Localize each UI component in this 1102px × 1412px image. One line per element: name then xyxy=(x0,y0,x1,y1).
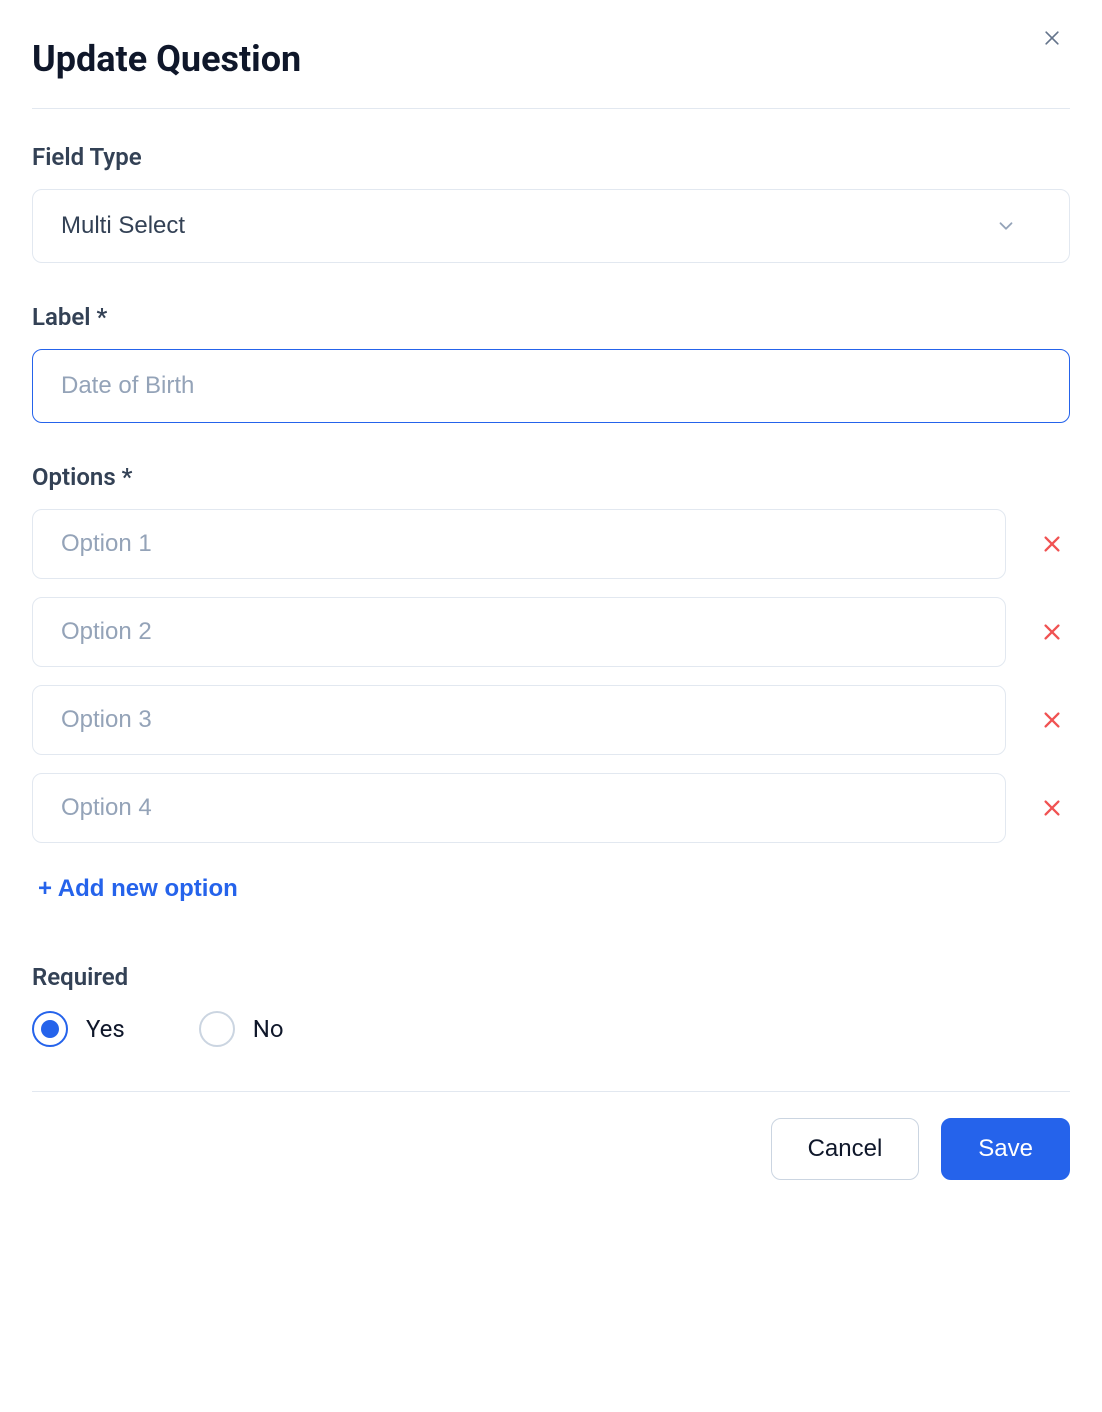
option-row xyxy=(32,509,1070,579)
option-input-4[interactable] xyxy=(32,773,1006,843)
remove-option-button[interactable] xyxy=(1034,526,1070,562)
option-input-2[interactable] xyxy=(32,597,1006,667)
remove-option-button[interactable] xyxy=(1034,790,1070,826)
label-input[interactable] xyxy=(32,349,1070,423)
options-label: Options * xyxy=(32,463,1070,491)
close-icon xyxy=(1041,533,1063,555)
close-icon xyxy=(1041,621,1063,643)
label-field-label: Label * xyxy=(32,303,1070,331)
options-list xyxy=(32,509,1070,843)
add-new-option-label: + Add new option xyxy=(38,875,238,903)
radio-selected-icon xyxy=(32,1011,68,1047)
field-type-value: Multi Select xyxy=(61,212,185,240)
modal-title: Update Question xyxy=(32,38,1070,80)
option-input-3[interactable] xyxy=(32,685,1006,755)
close-icon xyxy=(1041,709,1063,731)
option-row xyxy=(32,773,1070,843)
option-input-1[interactable] xyxy=(32,509,1006,579)
divider xyxy=(32,108,1070,109)
required-label: Required xyxy=(32,963,1070,991)
cancel-button[interactable]: Cancel xyxy=(771,1118,920,1180)
required-radio-group: Yes No xyxy=(32,1011,1070,1047)
close-icon xyxy=(1042,28,1062,48)
option-row xyxy=(32,597,1070,667)
close-button[interactable] xyxy=(1038,24,1066,52)
chevron-down-icon xyxy=(995,215,1017,237)
radio-label-no: No xyxy=(253,1015,284,1043)
update-question-modal: Update Question Field Type Multi Select … xyxy=(0,0,1102,1212)
modal-footer: Cancel Save xyxy=(32,1091,1070,1180)
required-no-radio[interactable]: No xyxy=(199,1011,284,1047)
remove-option-button[interactable] xyxy=(1034,614,1070,650)
radio-unselected-icon xyxy=(199,1011,235,1047)
save-button[interactable]: Save xyxy=(941,1118,1070,1180)
add-new-option-button[interactable]: + Add new option xyxy=(32,861,244,905)
field-type-select[interactable]: Multi Select xyxy=(32,189,1070,263)
field-type-label: Field Type xyxy=(32,143,1070,171)
remove-option-button[interactable] xyxy=(1034,702,1070,738)
close-icon xyxy=(1041,797,1063,819)
option-row xyxy=(32,685,1070,755)
radio-label-yes: Yes xyxy=(86,1015,125,1043)
required-yes-radio[interactable]: Yes xyxy=(32,1011,125,1047)
